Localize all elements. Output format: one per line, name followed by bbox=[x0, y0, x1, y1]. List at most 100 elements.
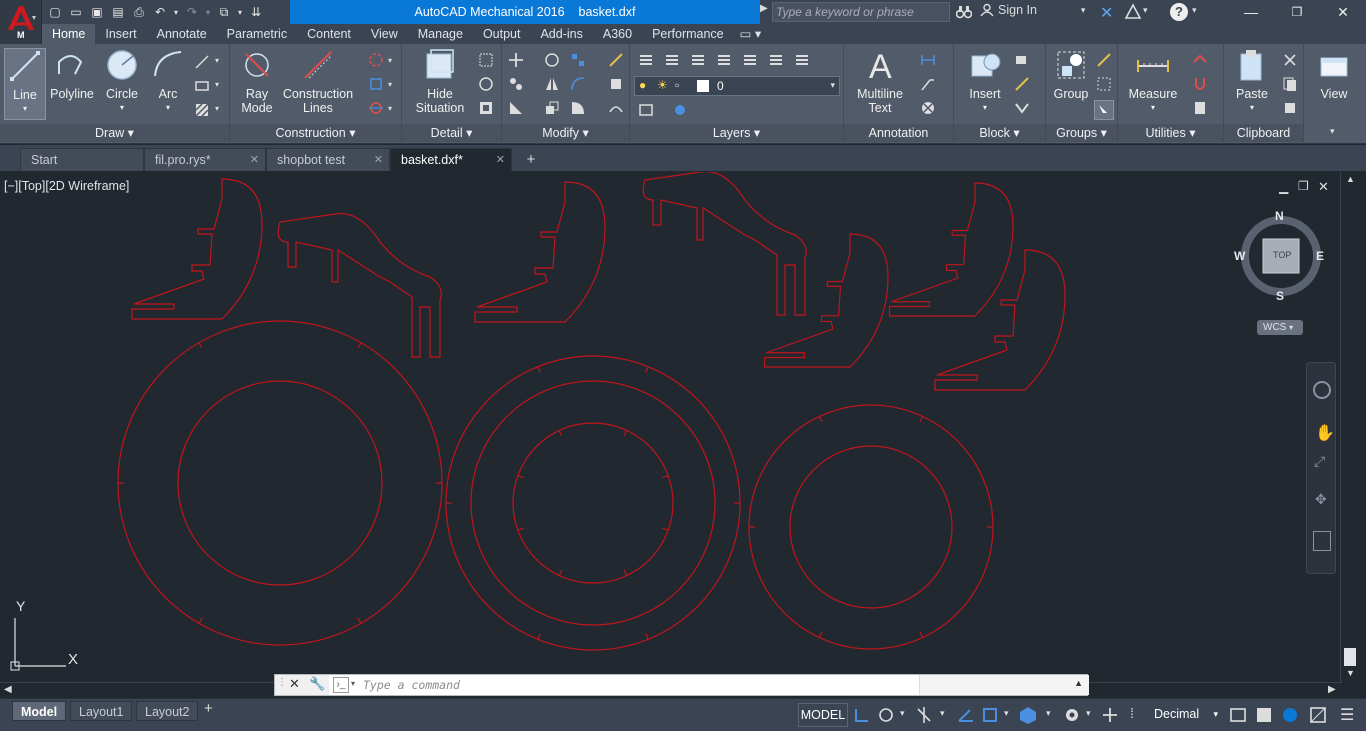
compass-north[interactable]: N bbox=[1275, 209, 1284, 223]
wheel-outer-ring-2[interactable] bbox=[445, 355, 741, 651]
quick-select-icon[interactable] bbox=[1192, 52, 1208, 68]
scroll-right-icon[interactable]: ▶ bbox=[1328, 684, 1336, 695]
rectangle-icon[interactable] bbox=[194, 78, 210, 94]
wheel-outer-ring-1-notch[interactable] bbox=[198, 342, 203, 349]
clipboard-panel-title[interactable]: Clipboard bbox=[1224, 124, 1303, 142]
ray-mode-button[interactable]: Ray Mode bbox=[234, 48, 280, 115]
wheel-outer-ring-3-notch[interactable] bbox=[919, 416, 924, 423]
polar-tracking-icon[interactable] bbox=[956, 705, 978, 725]
wheel-outer-ring-2-notch[interactable] bbox=[537, 633, 541, 640]
expand-arrow-icon[interactable]: ▶ bbox=[760, 3, 770, 21]
wheel-outer-ring-1[interactable] bbox=[117, 320, 443, 646]
share-icon[interactable]: ⧉ bbox=[215, 3, 233, 21]
customize-qat-icon[interactable]: ⇊ bbox=[247, 3, 265, 21]
ungroup-icon[interactable] bbox=[1096, 52, 1112, 68]
units-selector[interactable]: Decimal ▾ bbox=[1144, 703, 1222, 727]
viewport-close-icon[interactable]: ✕ bbox=[1318, 179, 1329, 195]
tab-add-ins[interactable]: Add-ins bbox=[530, 24, 592, 44]
close-window-button[interactable]: ✕ bbox=[1320, 0, 1366, 24]
construction-dropdown-2[interactable]: ▾ bbox=[388, 80, 392, 89]
ribbon-minimize-toggle[interactable]: ▭ ▾ bbox=[734, 24, 768, 44]
match-properties-icon[interactable] bbox=[1282, 100, 1298, 116]
layout-tab-layout1[interactable]: Layout1 bbox=[70, 701, 133, 721]
hatch-icon[interactable] bbox=[194, 102, 210, 118]
close-tab-icon[interactable]: ✕ bbox=[496, 149, 505, 171]
wheel-inner-ring-2-notch[interactable] bbox=[517, 475, 524, 479]
command-input[interactable] bbox=[363, 677, 913, 693]
object-snap-icon[interactable] bbox=[980, 705, 1002, 725]
wheel-outer-ring-3-notch[interactable] bbox=[818, 416, 823, 423]
autodesk-a360-icon[interactable] bbox=[1124, 3, 1142, 21]
new-tab-plus-icon[interactable]: + bbox=[522, 151, 540, 169]
hook-part-5[interactable] bbox=[934, 249, 1066, 391]
multiline-text-button[interactable]: A Multiline Text bbox=[850, 48, 910, 115]
tab-insert[interactable]: Insert bbox=[95, 24, 146, 44]
view-panel-dropdown[interactable]: ▾ bbox=[1330, 126, 1335, 137]
print-icon[interactable]: ⎙ bbox=[130, 3, 148, 21]
hook-part-2[interactable] bbox=[474, 181, 606, 323]
detail-panel-title[interactable]: Detail ▾ bbox=[402, 124, 501, 142]
share-dropdown-icon[interactable]: ▾ bbox=[236, 3, 244, 21]
viewport-restore-icon[interactable]: ❐ bbox=[1298, 179, 1309, 193]
3d-osnap-dropdown-icon[interactable]: ▾ bbox=[1046, 708, 1051, 719]
draw-dropdown-3[interactable]: ▾ bbox=[215, 104, 219, 113]
snap-mode-icon[interactable] bbox=[876, 705, 898, 725]
boot-part-1[interactable] bbox=[277, 212, 442, 358]
layer-previous-icon[interactable] bbox=[716, 52, 732, 68]
detail-text-icon[interactable] bbox=[478, 52, 494, 68]
layer-states-icon[interactable] bbox=[664, 52, 680, 68]
table-icon[interactable] bbox=[920, 100, 936, 116]
group-button[interactable]: Group bbox=[1048, 48, 1094, 101]
save-icon[interactable]: ▣ bbox=[88, 3, 106, 21]
hook-part-4[interactable] bbox=[888, 182, 1014, 317]
open-file-icon[interactable]: ▭ bbox=[67, 3, 85, 21]
layer-freeze-icon[interactable] bbox=[768, 52, 784, 68]
command-line-handle[interactable]: ⋮ ✕ 🔧 bbox=[275, 675, 329, 695]
layer-match-icon[interactable] bbox=[690, 52, 706, 68]
hook-part-3[interactable] bbox=[763, 233, 889, 368]
exchange-apps-icon[interactable]: ✕ bbox=[1100, 3, 1118, 22]
snap-dropdown-icon[interactable]: ▾ bbox=[900, 708, 905, 719]
application-menu-button[interactable]: M bbox=[0, 0, 42, 44]
erase-icon[interactable] bbox=[608, 52, 624, 68]
layer-isolate-icon[interactable] bbox=[742, 52, 758, 68]
draw-panel-title[interactable]: Draw ▾ bbox=[0, 124, 229, 142]
measure-button[interactable]: Measure ▾ bbox=[1126, 48, 1180, 115]
copy-icon[interactable] bbox=[508, 76, 524, 92]
ortho-mode-icon[interactable] bbox=[914, 705, 936, 725]
pan-icon[interactable]: ✋ bbox=[1315, 423, 1335, 443]
dimension-icon[interactable] bbox=[920, 52, 936, 68]
viewcube-top-face[interactable]: TOP bbox=[1273, 250, 1291, 260]
wheel-inner-ring-2-notch[interactable] bbox=[623, 430, 628, 437]
rotate-icon[interactable] bbox=[544, 52, 560, 68]
new-file-icon[interactable]: ▢ bbox=[46, 3, 64, 21]
construction-tools-icon[interactable] bbox=[368, 100, 384, 116]
wheel-outer-ring-3-notch[interactable] bbox=[818, 631, 823, 638]
viewport-controls-label[interactable]: [−][Top][2D Wireframe] bbox=[4, 179, 129, 193]
command-history-icon[interactable]: ▲ bbox=[1074, 678, 1083, 688]
help-icon[interactable]: ? bbox=[1170, 3, 1188, 21]
layout-tab-model[interactable]: Model bbox=[12, 701, 67, 721]
detail-scale-icon[interactable] bbox=[478, 76, 494, 92]
doc-tab-shopbot[interactable]: shopbot test ✕ bbox=[266, 148, 390, 171]
explode-icon[interactable] bbox=[608, 76, 624, 92]
polyline-button[interactable]: Polyline bbox=[50, 48, 94, 101]
boot-part-2[interactable] bbox=[642, 172, 807, 316]
compass-south[interactable]: S bbox=[1276, 289, 1284, 303]
close-command-line-icon[interactable]: ✕ bbox=[289, 676, 300, 692]
draw-dropdown-1[interactable]: ▾ bbox=[215, 56, 219, 65]
wheel-outer-ring-1-notch[interactable] bbox=[357, 342, 362, 349]
orbit-icon[interactable]: ✥ bbox=[1315, 491, 1327, 508]
add-layout-icon[interactable]: + bbox=[204, 700, 213, 717]
tab-view[interactable]: View bbox=[361, 24, 408, 44]
showmotion-icon[interactable] bbox=[1313, 531, 1331, 551]
wheel-outer-ring-2-notch[interactable] bbox=[537, 366, 541, 373]
binoculars-icon[interactable] bbox=[955, 4, 973, 20]
recent-commands-dropdown[interactable]: ▾ bbox=[351, 679, 355, 688]
redo-dropdown-icon[interactable]: ▾ bbox=[204, 3, 212, 21]
scroll-left-icon[interactable]: ◀ bbox=[4, 684, 12, 695]
workspace-gear-icon[interactable] bbox=[1062, 705, 1084, 725]
compass-west[interactable]: W bbox=[1234, 249, 1245, 263]
draw-dropdown-2[interactable]: ▾ bbox=[215, 80, 219, 89]
viewport-minimize-icon[interactable]: ▁ bbox=[1279, 180, 1288, 194]
